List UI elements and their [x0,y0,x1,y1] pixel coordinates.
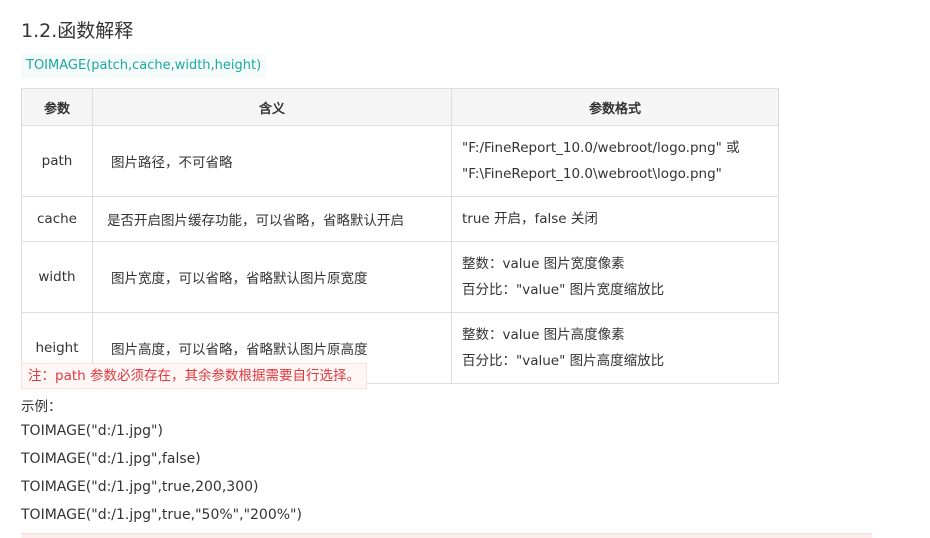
header-meaning: 含义 [92,88,452,126]
header-param: 参数 [21,88,93,126]
table-row-width: width 图片宽度，可以省略，省略默认图片原宽度 整数：value 图片宽度像… [21,241,779,313]
format-line: 百分比："value" 图片宽度缩放比 [462,282,665,298]
format-line: "F:/FineReport_10.0/webroot/logo.png" 或 [462,140,740,156]
param-desc: 图片宽度，可以省略，省略默认图片原宽度 [92,241,452,313]
param-desc: 图片路径，不可省略 [92,125,452,197]
next-callout-edge [21,533,872,538]
format-line: 整数：value 图片高度像素 [462,327,625,343]
param-name: cache [21,196,93,242]
example-line: TOIMAGE("d:/1.jpg",true,"50%","200%") [21,507,302,523]
param-name: width [21,241,93,313]
table-header-row: 参数 含义 参数格式 [21,88,779,126]
example-line: TOIMAGE("d:/1.jpg",false) [21,451,201,467]
table-row-path: path 图片路径，不可省略 "F:/FineReport_10.0/webro… [21,125,779,197]
example-line: TOIMAGE("d:/1.jpg") [21,423,163,439]
param-format: "F:/FineReport_10.0/webroot/logo.png" 或 … [451,125,779,197]
table-row-cache: cache 是否开启图片缓存功能，可以省略，省略默认开启 true 开启，fal… [21,196,779,242]
example-line: TOIMAGE("d:/1.jpg",true,200,300) [21,479,259,495]
param-format: 整数：value 图片高度像素 百分比："value" 图片高度缩放比 [451,312,779,384]
param-format: 整数：value 图片宽度像素 百分比："value" 图片宽度缩放比 [451,241,779,313]
format-line: 整数：value 图片宽度像素 [462,256,625,272]
format-line: 百分比："value" 图片高度缩放比 [462,353,665,369]
param-format: true 开启，false 关闭 [451,196,779,242]
function-signature: TOIMAGE(patch,cache,width,height) [21,54,267,78]
header-format: 参数格式 [451,88,779,126]
parameter-table: 参数 含义 参数格式 path 图片路径，不可省略 "F:/FineReport… [21,88,779,384]
section-heading: 1.2.函数解释 [21,20,134,42]
example-label: 示例： [21,399,62,415]
note-callout: 注：path 参数必须存在，其余参数根据需要自行选择。 [21,363,367,389]
format-line: "F:\FineReport_10.0\webroot\logo.png" [462,166,722,182]
param-desc: 是否开启图片缓存功能，可以省略，省略默认开启 [92,196,452,242]
param-name: path [21,125,93,197]
format-line: true 开启，false 关闭 [462,211,598,227]
